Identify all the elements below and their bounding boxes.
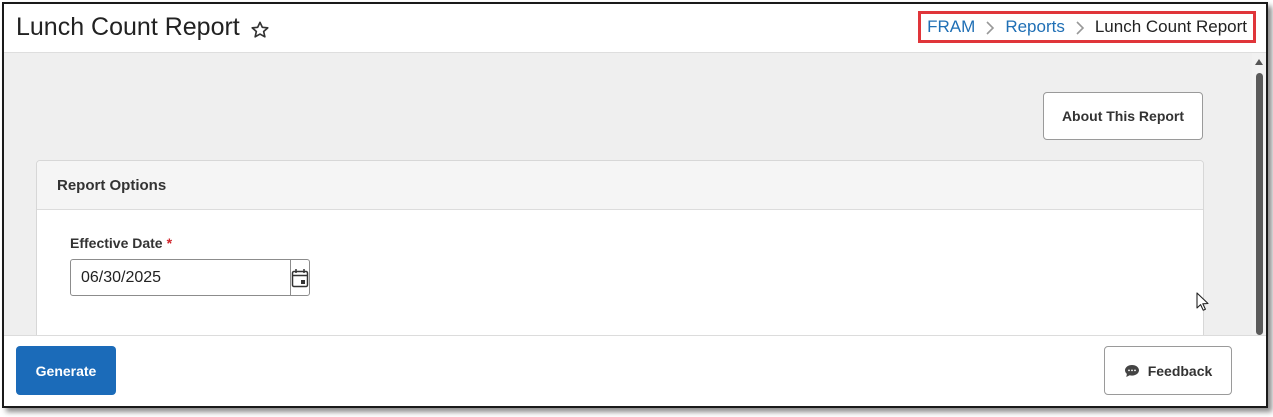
breadcrumb: FRAM Reports Lunch Count Report bbox=[918, 11, 1256, 43]
calendar-icon[interactable] bbox=[290, 260, 309, 295]
mouse-cursor-icon bbox=[1196, 292, 1209, 311]
effective-date-field bbox=[70, 259, 310, 296]
feedback-label: Feedback bbox=[1147, 362, 1213, 379]
breadcrumb-item-current: Lunch Count Report bbox=[1094, 17, 1247, 36]
required-marker: * bbox=[166, 235, 173, 251]
breadcrumb-item-reports[interactable]: Reports bbox=[1005, 17, 1065, 37]
page-title-text: Lunch Count Report bbox=[16, 13, 240, 41]
chevron-right-icon bbox=[985, 20, 995, 35]
action-bar: Generate Feedback bbox=[4, 335, 1266, 406]
effective-date-input[interactable] bbox=[71, 267, 290, 288]
about-this-report-button[interactable]: About This Report bbox=[1043, 92, 1203, 140]
feedback-button[interactable]: Feedback bbox=[1104, 346, 1232, 395]
scrollbar-thumb[interactable] bbox=[1256, 73, 1263, 335]
report-options-title: Report Options bbox=[37, 161, 1203, 210]
page-header: Lunch Count Report FRAM Reports Lunch Co… bbox=[4, 4, 1266, 53]
effective-date-label-text: Effective Date bbox=[70, 235, 163, 251]
page-title: Lunch Count Report bbox=[16, 12, 270, 42]
generate-button[interactable]: Generate bbox=[16, 346, 116, 395]
report-options-panel: Report Options Effective Date * bbox=[36, 160, 1204, 360]
chevron-right-icon bbox=[1075, 20, 1085, 35]
breadcrumb-item-fram[interactable]: FRAM bbox=[927, 17, 975, 37]
chat-bubble-icon bbox=[1124, 364, 1140, 378]
scroll-up-arrow-icon[interactable] bbox=[1255, 59, 1263, 65]
effective-date-label: Effective Date * bbox=[70, 235, 172, 251]
star-icon[interactable] bbox=[250, 17, 270, 38]
app-window: Lunch Count Report FRAM Reports Lunch Co… bbox=[2, 2, 1268, 408]
vertical-scrollbar[interactable] bbox=[1252, 53, 1266, 335]
